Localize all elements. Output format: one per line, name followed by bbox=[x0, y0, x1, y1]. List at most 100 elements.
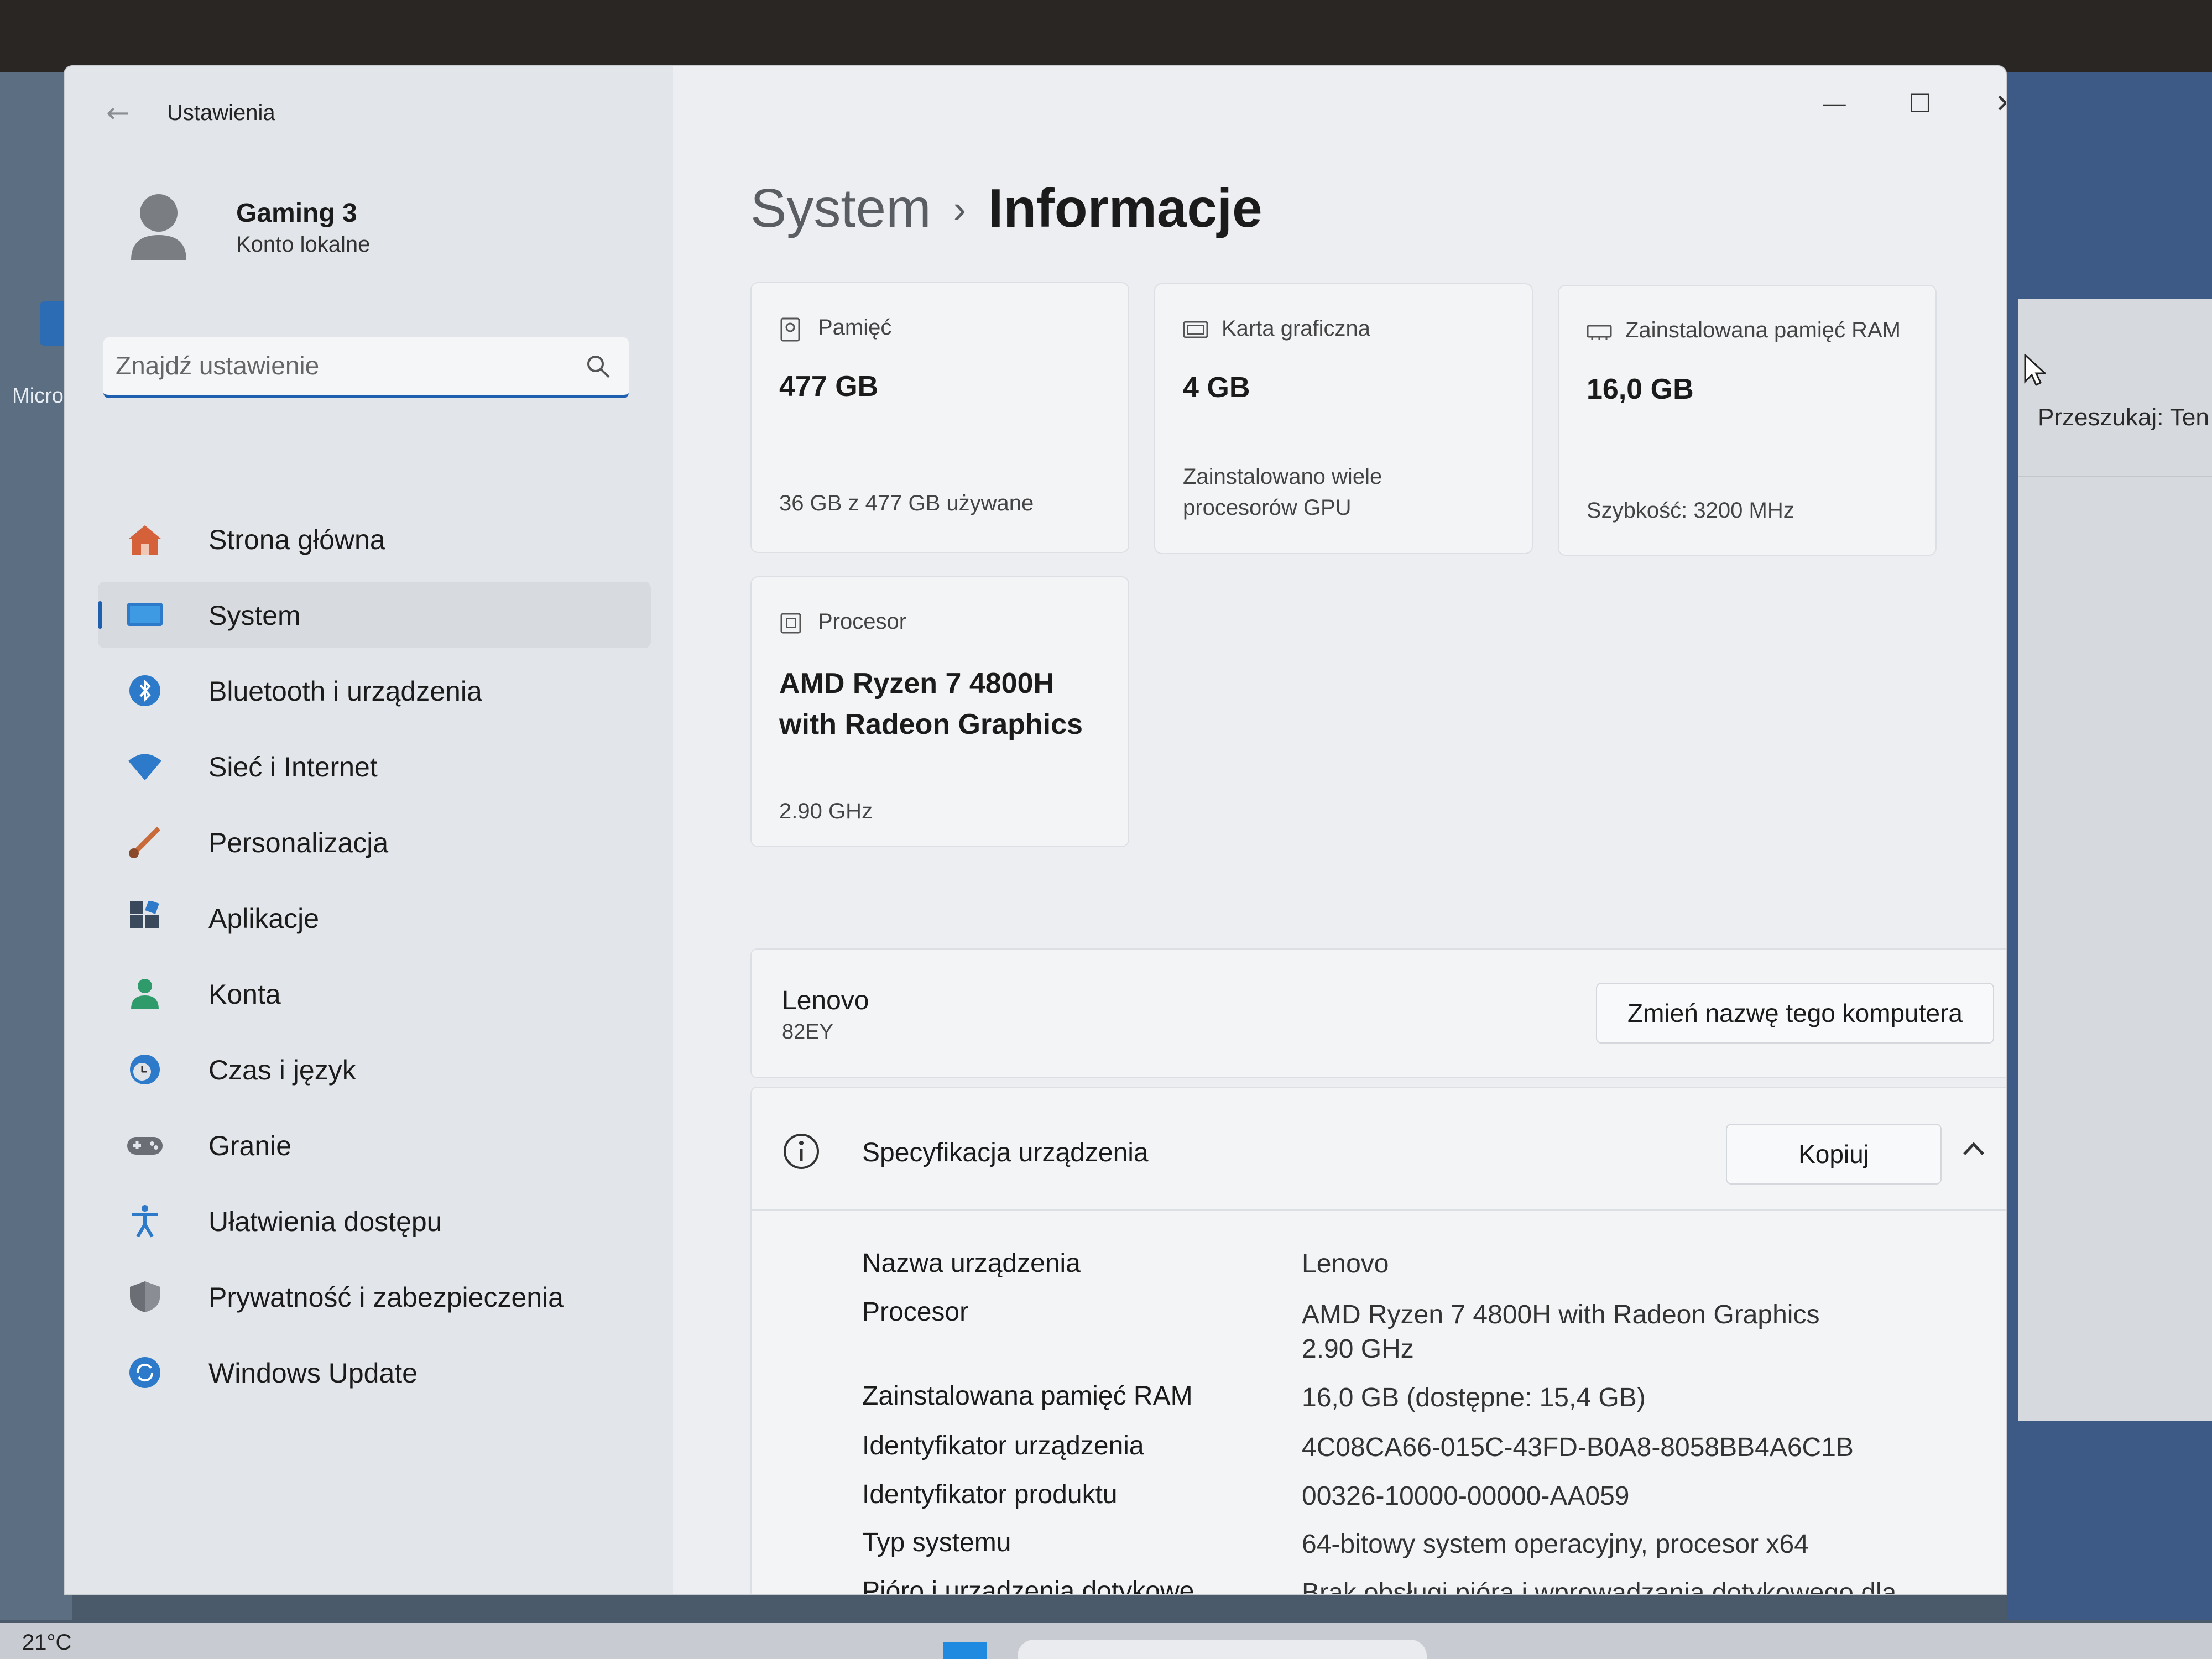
person-icon bbox=[131, 979, 159, 1009]
gamepad-icon bbox=[127, 1137, 163, 1155]
sidebar-item-gaming[interactable]: Granie bbox=[98, 1112, 651, 1178]
active-indicator bbox=[98, 601, 102, 629]
spec-label: Identyfikator urządzenia bbox=[862, 1431, 1144, 1460]
sidebar-item-home[interactable]: Strona główna bbox=[98, 506, 651, 572]
close-button[interactable]: ✕ bbox=[1984, 88, 2006, 118]
back-arrow-icon[interactable]: ← bbox=[106, 97, 129, 129]
card-subtitle-line2: procesorów GPU bbox=[1183, 495, 1352, 520]
breadcrumb-parent[interactable]: System bbox=[750, 178, 931, 238]
card-title: Procesor bbox=[818, 609, 907, 634]
system-icon bbox=[127, 603, 163, 626]
settings-window: ← Ustawienia Gaming 3 Konto lokalne Stro… bbox=[64, 65, 2007, 1595]
sidebar-item-label: Ułatwienia dostępu bbox=[208, 1206, 442, 1237]
graphics-card-icon bbox=[1183, 321, 1208, 338]
card-value: 477 GB bbox=[779, 371, 879, 403]
spec-value: 64-bitowy system operacyjny, procesor x6… bbox=[1302, 1530, 1809, 1559]
sidebar-item-label: Granie bbox=[208, 1130, 292, 1161]
sidebar-item-label: Aplikacje bbox=[208, 903, 320, 934]
sidebar-item-label: Windows Update bbox=[208, 1358, 418, 1389]
card-value-line2: with Radeon Graphics bbox=[779, 708, 1083, 740]
clock-globe-icon bbox=[130, 1055, 160, 1084]
processor-card[interactable]: Procesor AMD Ryzen 7 4800H with Radeon G… bbox=[750, 576, 1129, 847]
page-title: Informacje bbox=[988, 178, 1262, 238]
avatar bbox=[131, 194, 186, 260]
card-title: Zainstalowana pamięć RAM bbox=[1625, 318, 1901, 342]
shield-icon bbox=[130, 1281, 160, 1312]
card-subtitle: Szybkość: 3200 MHz bbox=[1587, 498, 1794, 523]
spec-value: 16,0 GB (dostępne: 15,4 GB) bbox=[1302, 1383, 1646, 1412]
desktop-background-top bbox=[0, 0, 2212, 72]
taskbar-search[interactable] bbox=[1018, 1640, 1427, 1659]
spec-label: Procesor bbox=[862, 1297, 969, 1327]
sidebar-item-label: Prywatność i zabezpieczenia bbox=[208, 1282, 564, 1313]
main-content: — ☐ ✕ System › Informacje Pamięć 477 GB 36… bbox=[673, 66, 2006, 1594]
card-value-line1: AMD Ryzen 7 4800H bbox=[779, 667, 1055, 700]
device-model: 82EY bbox=[782, 1020, 833, 1044]
sidebar-item-accessibility[interactable]: Ułatwienia dostępu bbox=[98, 1188, 651, 1254]
rename-pc-button[interactable]: Zmień nazwę tego komputera bbox=[1596, 983, 1994, 1044]
spec-value: 4C08CA66-015C-43FD-B0A8-8058BB4A6C1B bbox=[1302, 1433, 1854, 1462]
background-window[interactable] bbox=[2018, 299, 2212, 1421]
spec-value: AMD Ryzen 7 4800H with Radeon Graphics bbox=[1302, 1300, 1820, 1329]
card-subtitle-line1: Zainstalowano wiele bbox=[1183, 465, 1383, 489]
desktop-shortcut-label: Micro bbox=[12, 384, 64, 408]
sidebar: ← Ustawienia Gaming 3 Konto lokalne Stro… bbox=[65, 66, 673, 1594]
device-specifications-panel: Specyfikacja urządzenia Kopiuj Nazwa urz… bbox=[750, 1087, 2006, 1595]
sidebar-item-privacy[interactable]: Prywatność i zabezpieczenia bbox=[98, 1264, 651, 1330]
sidebar-item-windows-update[interactable]: Windows Update bbox=[98, 1339, 651, 1406]
user-name: Gaming 3 bbox=[236, 199, 357, 228]
search-icon[interactable] bbox=[585, 353, 612, 380]
breadcrumb: System › Informacje bbox=[750, 177, 1262, 239]
spec-value: Lenovo bbox=[1302, 1249, 1389, 1279]
background-window-divider bbox=[2018, 476, 2212, 477]
taskbar-weather[interactable]: 21°C bbox=[22, 1630, 71, 1655]
minimize-button[interactable]: — bbox=[1812, 88, 1856, 118]
sidebar-item-bluetooth[interactable]: Bluetooth i urządzenia bbox=[98, 658, 651, 724]
sidebar-item-label: Sieć i Internet bbox=[208, 752, 378, 782]
processor-icon bbox=[780, 613, 801, 634]
accessibility-icon bbox=[132, 1205, 158, 1238]
sidebar-item-personalization[interactable]: Personalizacja bbox=[98, 809, 651, 875]
maximize-button[interactable]: ☐ bbox=[1898, 88, 1942, 118]
gpu-card[interactable]: Karta graficzna 4 GB Zainstalowano wiele… bbox=[1154, 283, 1533, 554]
wifi-icon bbox=[128, 754, 161, 780]
sidebar-item-network[interactable]: Sieć i Internet bbox=[98, 733, 651, 800]
start-button[interactable] bbox=[943, 1642, 987, 1659]
drive-icon bbox=[780, 317, 800, 342]
sidebar-item-label: System bbox=[208, 600, 301, 631]
spec-value: 00326-10000-00000-AA059 bbox=[1302, 1481, 1630, 1511]
account-type: Konto lokalne bbox=[236, 232, 371, 257]
window-title: Ustawienia bbox=[167, 101, 275, 125]
card-title: Pamięć bbox=[818, 315, 892, 340]
spec-label: Pióro i urządzenia dotykowe bbox=[862, 1577, 1194, 1595]
sidebar-item-accounts[interactable]: Konta bbox=[98, 961, 651, 1027]
spec-label: Typ systemu bbox=[862, 1528, 1011, 1557]
sidebar-item-apps[interactable]: Aplikacje bbox=[98, 885, 651, 951]
spec-label: Zainstalowana pamięć RAM bbox=[862, 1381, 1193, 1411]
update-icon bbox=[129, 1357, 160, 1388]
ram-card[interactable]: Zainstalowana pamięć RAM 16,0 GB Szybkoś… bbox=[1558, 285, 1937, 556]
storage-card[interactable]: Pamięć 477 GB 36 GB z 477 GB używane bbox=[750, 282, 1129, 553]
sidebar-item-label: Czas i język bbox=[208, 1055, 356, 1086]
divider bbox=[752, 1209, 2006, 1211]
apps-icon bbox=[130, 901, 159, 928]
card-subtitle: 2.90 GHz bbox=[779, 799, 873, 823]
home-icon bbox=[128, 525, 161, 555]
chevron-up-icon[interactable] bbox=[1960, 1138, 1987, 1160]
sidebar-item-label: Konta bbox=[208, 979, 281, 1010]
mouse-cursor-icon bbox=[2024, 354, 2046, 387]
card-value: 16,0 GB bbox=[1587, 373, 1694, 405]
search-input[interactable] bbox=[114, 348, 559, 383]
bluetooth-icon bbox=[129, 675, 160, 706]
chevron-right-icon: › bbox=[953, 187, 967, 231]
card-subtitle: 36 GB z 477 GB używane bbox=[779, 491, 1034, 515]
spec-value: Brak obsługi pióra i wprowadzania dotyko… bbox=[1302, 1578, 1897, 1595]
sidebar-item-system[interactable]: System bbox=[98, 582, 651, 648]
copy-button[interactable]: Kopiuj bbox=[1726, 1124, 1942, 1185]
section-title: Specyfikacja urządzenia bbox=[862, 1138, 1149, 1167]
memory-icon bbox=[1587, 325, 1612, 340]
sidebar-item-label: Bluetooth i urządzenia bbox=[208, 676, 482, 707]
brush-icon bbox=[129, 826, 161, 858]
spec-label: Identyfikator produktu bbox=[862, 1480, 1118, 1509]
sidebar-item-time-language[interactable]: Czas i język bbox=[98, 1036, 651, 1103]
